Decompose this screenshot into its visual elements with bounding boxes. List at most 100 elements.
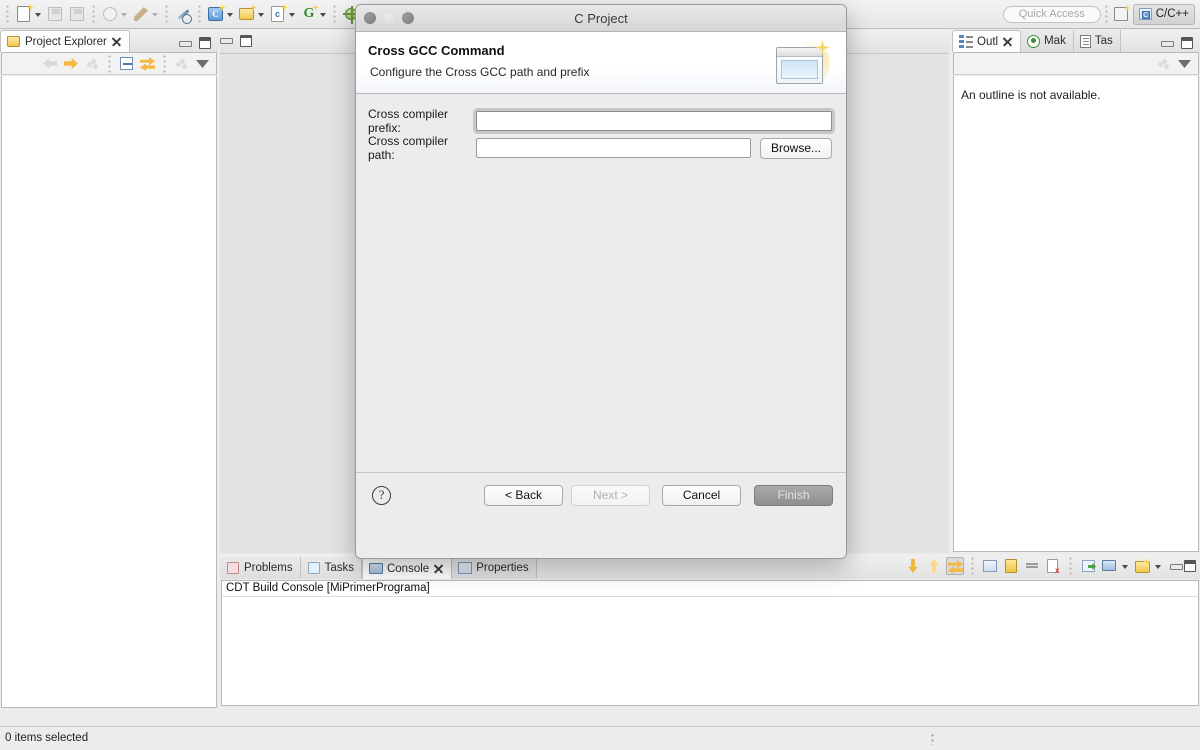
minimize-icon[interactable] — [179, 39, 192, 48]
toolbar-separator — [6, 4, 9, 24]
close-icon[interactable] — [111, 36, 122, 47]
display-console-icon[interactable] — [1100, 557, 1118, 575]
new-c-cpp-project-button[interactable]: C — [205, 2, 236, 26]
make-target-icon — [1027, 34, 1041, 48]
tasks-icon — [307, 561, 321, 575]
chevron-down-icon[interactable] — [34, 4, 43, 24]
chevron-down-icon[interactable] — [151, 4, 160, 24]
cross-compiler-prefix-input[interactable] — [476, 111, 832, 131]
maximize-icon[interactable] — [199, 37, 211, 49]
toolbar-separator — [1069, 556, 1072, 576]
back-arrow-icon[interactable] — [41, 54, 60, 73]
close-button[interactable] — [364, 12, 376, 24]
field-row-cross-compiler-prefix: Cross compiler prefix: — [368, 107, 834, 135]
save-console-icon[interactable] — [981, 557, 999, 575]
forward-arrow-icon[interactable] — [62, 54, 81, 73]
new-wizard-button[interactable] — [13, 2, 44, 26]
collapse-all-icon[interactable] — [117, 54, 136, 73]
toolbar-separator — [92, 4, 95, 24]
hammer-icon — [131, 4, 151, 24]
cancel-button[interactable]: Cancel — [662, 485, 741, 506]
new-c-cpp-file-button[interactable]: c — [267, 2, 298, 26]
maximize-icon[interactable] — [1181, 37, 1193, 49]
open-perspective-icon[interactable] — [1112, 4, 1131, 24]
new-class-button[interactable]: G — [298, 2, 329, 26]
new-file-icon — [14, 4, 34, 24]
save-all-button[interactable] — [66, 2, 88, 26]
c-file-icon: c — [268, 4, 288, 24]
pin-console-icon[interactable] — [1079, 557, 1097, 575]
toolbar-separator — [108, 53, 111, 74]
chevron-down-icon[interactable] — [226, 4, 235, 24]
outline-toolbar — [953, 52, 1199, 75]
browse-button[interactable]: Browse... — [760, 137, 833, 159]
focus-icon[interactable] — [1154, 54, 1173, 73]
tab-task-list[interactable]: Tas — [1073, 30, 1121, 52]
chevron-down-icon[interactable] — [319, 4, 328, 24]
finish-button[interactable]: Finish — [754, 485, 833, 506]
toolbar-separator — [333, 4, 336, 24]
chevron-down-icon[interactable] — [1121, 556, 1130, 576]
problems-icon — [226, 561, 240, 575]
new-console-icon[interactable] — [1133, 557, 1151, 575]
tab-label: Mak — [1044, 35, 1066, 47]
minimize-icon[interactable] — [220, 36, 233, 45]
tab-console[interactable]: Console — [361, 557, 453, 579]
tab-outline[interactable]: Outl — [952, 30, 1022, 52]
tab-tasks[interactable]: Tasks — [300, 557, 362, 579]
quick-access-input[interactable]: Quick Access — [1002, 5, 1101, 23]
scroll-lock-icon[interactable] — [946, 557, 964, 575]
back-button[interactable]: < Back — [484, 485, 563, 506]
c-project-icon: C — [206, 4, 226, 24]
build-button[interactable] — [130, 2, 161, 26]
dialog-titlebar[interactable]: C Project — [356, 5, 846, 32]
scroll-up-icon[interactable] — [925, 557, 943, 575]
maximize-icon[interactable] — [240, 34, 252, 47]
skip-breakpoints-button[interactable] — [172, 2, 194, 26]
chevron-down-icon[interactable] — [288, 4, 297, 24]
outline-tabbar: Outl Mak Tas — [952, 30, 1200, 52]
build-all-button[interactable] — [99, 2, 130, 26]
zoom-button[interactable] — [402, 12, 414, 24]
focus-icon[interactable] — [172, 54, 191, 73]
dialog-subtitle: Configure the Cross GCC path and prefix — [370, 65, 590, 79]
help-icon[interactable]: ? — [372, 486, 391, 505]
minimize-icon[interactable] — [1170, 562, 1183, 571]
maximize-icon[interactable] — [1184, 560, 1196, 572]
project-explorer-tree[interactable] — [1, 76, 217, 708]
close-icon[interactable] — [433, 563, 444, 574]
toolbar-separator — [165, 4, 168, 24]
chevron-down-icon[interactable] — [120, 4, 129, 24]
project-explorer-tabbar: Project Explorer — [0, 30, 218, 52]
breakpoint-skip-icon — [173, 4, 193, 24]
status-text: 0 items selected — [5, 732, 89, 744]
up-arrow-icon[interactable] — [83, 54, 102, 73]
tab-make-target[interactable]: Mak — [1021, 30, 1074, 52]
chevron-down-icon[interactable] — [1154, 556, 1163, 576]
view-menu-icon[interactable] — [193, 54, 212, 73]
dialog-banner: Cross GCC Command Configure the Cross GC… — [356, 32, 846, 94]
field-row-cross-compiler-path: Cross compiler path: Browse... — [368, 134, 834, 162]
perspective-button-c-cpp[interactable]: C C/C++ — [1132, 3, 1195, 25]
console-output[interactable] — [221, 596, 1199, 706]
save-button[interactable] — [44, 2, 66, 26]
status-resize-grip[interactable] — [930, 733, 935, 745]
scroll-down-icon[interactable] — [904, 557, 922, 575]
lock-console-icon[interactable] — [1002, 557, 1020, 575]
clear-line-icon[interactable] — [1023, 557, 1041, 575]
close-icon[interactable] — [1002, 36, 1013, 47]
minimize-button[interactable] — [383, 12, 395, 24]
new-source-folder-button[interactable] — [236, 2, 267, 26]
chevron-down-icon[interactable] — [257, 4, 266, 24]
tab-label: Console — [386, 562, 430, 575]
view-menu-icon[interactable] — [1175, 54, 1194, 73]
tab-project-explorer[interactable]: Project Explorer — [0, 30, 130, 52]
minimize-icon[interactable] — [1161, 39, 1174, 48]
tab-label: Properties — [476, 562, 529, 574]
project-explorer-window-buttons — [179, 37, 218, 52]
tab-properties[interactable]: Properties — [452, 557, 537, 579]
clear-console-icon[interactable]: x — [1044, 557, 1062, 575]
tab-problems[interactable]: Problems — [220, 557, 301, 579]
link-with-editor-icon[interactable] — [138, 54, 157, 73]
cross-compiler-path-input[interactable] — [476, 138, 751, 158]
